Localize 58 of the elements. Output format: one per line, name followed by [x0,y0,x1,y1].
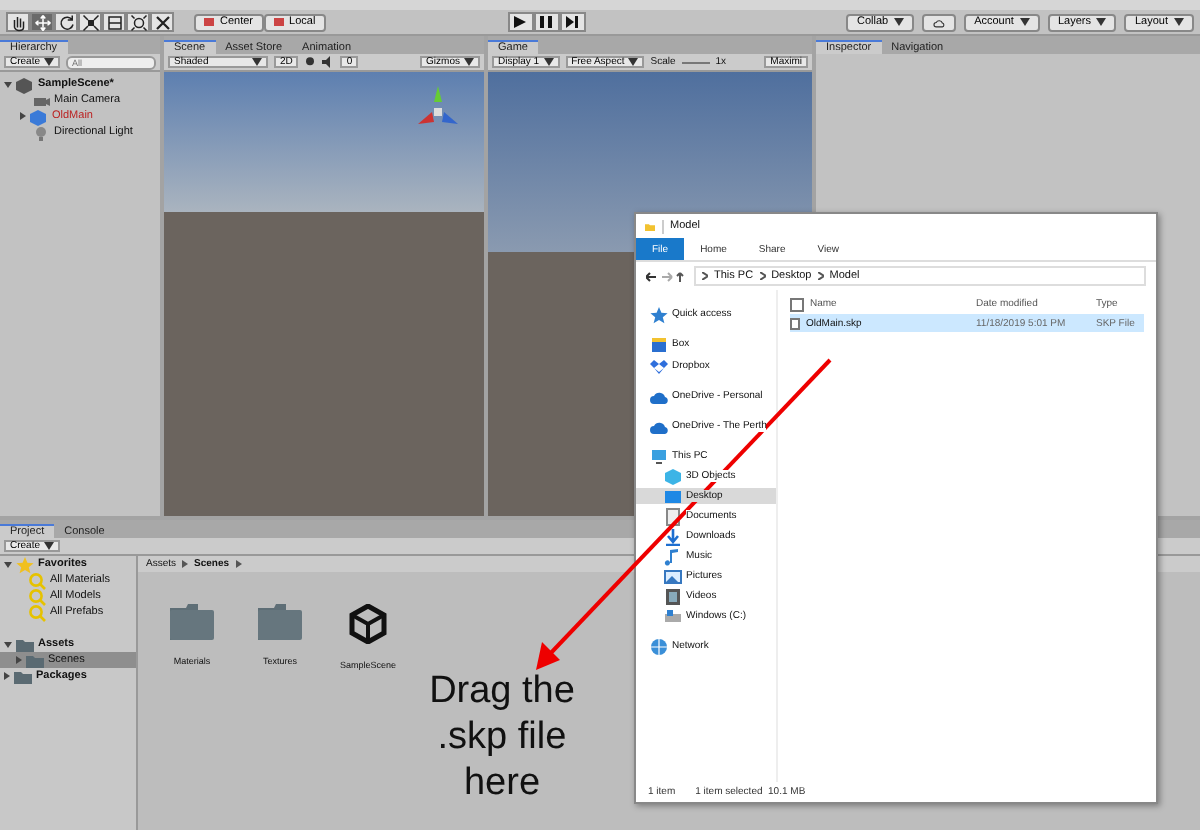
desktop-icon [664,487,682,505]
box-icon [650,335,668,353]
step-icon [566,16,579,28]
chevron-icon [182,560,189,568]
search-icon [28,587,46,605]
expand-caret-icon[interactable] [4,562,12,568]
chevron-icon [702,272,708,280]
cube-icon [30,107,48,125]
dropdown-caret-icon [44,542,55,550]
unity-logo-icon[interactable] [348,604,388,644]
bulb-icon [32,123,50,141]
cloud-button[interactable] [922,13,957,31]
folder-icon[interactable] [258,604,302,640]
instruction-text: Drag the .skp file here [427,668,577,806]
dropdown-caret-icon [1173,18,1184,26]
move-tool[interactable] [30,12,54,32]
scale-tool[interactable] [78,12,102,32]
play-icon [514,16,527,28]
play-button[interactable] [507,12,534,32]
step-button[interactable] [559,12,586,32]
dropdown-caret-icon [628,58,639,66]
dropdown-caret-icon [1019,18,1030,26]
film-icon [664,587,682,605]
monitor-icon [650,447,668,465]
folder-icon[interactable] [170,604,214,640]
cloud-icon [932,17,947,27]
dropdown-caret-icon [894,18,905,26]
folder-icon [644,221,656,231]
search-icon [28,571,46,589]
music-note-icon [664,547,682,565]
picture-icon [664,567,682,585]
dropdown-caret-icon [252,58,262,66]
star-icon [650,305,668,323]
star-icon [16,555,34,573]
custom-tool[interactable] [150,12,174,32]
globe-icon [650,637,668,655]
document-icon [664,507,682,525]
dropdown-caret-icon [1096,18,1107,26]
search-icon [28,603,46,621]
hand-tool[interactable] [6,12,30,32]
chevron-icon [817,272,824,280]
bulb-icon[interactable] [304,56,317,68]
rotate-tool[interactable] [54,12,78,32]
transform-tool[interactable] [126,12,150,32]
dropdown-caret-icon [44,58,55,66]
pause-icon [540,16,553,28]
select-all-checkbox[interactable] [790,297,804,311]
dropdown-caret-icon [464,58,474,66]
chevron-icon [759,272,766,280]
drive-icon [664,607,682,625]
file-icon [790,317,800,329]
rect-tool[interactable] [102,12,126,32]
pause-button[interactable] [533,12,560,32]
chevron-icon [235,560,242,568]
dropbox-icon [650,357,668,375]
navigation-arrows-icon[interactable] [646,271,686,281]
dropdown-caret-icon [543,58,554,66]
download-icon [664,527,682,545]
